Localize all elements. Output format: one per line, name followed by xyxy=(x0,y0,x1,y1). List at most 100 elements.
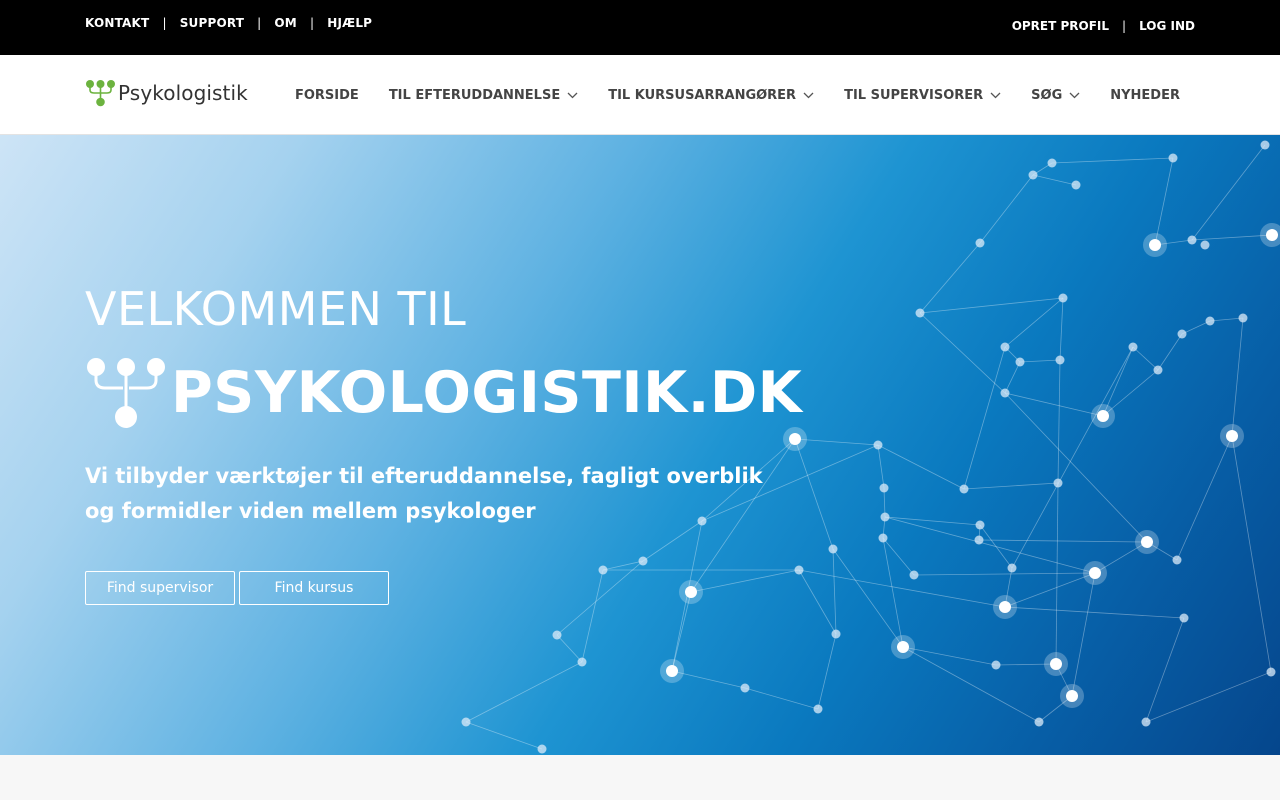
network-line xyxy=(1145,617,1185,723)
network-node xyxy=(831,629,841,639)
network-line xyxy=(1231,317,1244,437)
nav-item-label: TIL SUPERVISORER xyxy=(844,88,984,103)
nav-item-label: FORSIDE xyxy=(294,88,359,103)
separator: | xyxy=(162,16,167,30)
main-menu: FORSIDE TIL EFTERUDDANNELSE TIL KURSUSAR… xyxy=(295,88,1180,103)
network-line xyxy=(1011,346,1134,569)
nav-item-label: NYHEDER xyxy=(1110,88,1180,103)
network-node xyxy=(1047,158,1057,168)
network-line xyxy=(1145,671,1272,723)
nav-item-label: TIL EFTERUDDANNELSE xyxy=(388,88,561,103)
nav-item-search[interactable]: SØG xyxy=(1031,88,1080,103)
create-profile-link[interactable]: OPRET PROFIL xyxy=(1012,19,1109,33)
network-line xyxy=(602,560,644,571)
login-link[interactable]: LOG IND xyxy=(1139,19,1195,33)
account-links: OPRET PROFIL | LOG IND xyxy=(1012,19,1195,33)
hero-subtitle-line: Vi tilbyder værktøjer til efteruddannels… xyxy=(85,464,763,488)
network-line xyxy=(794,438,879,446)
network-node xyxy=(1066,690,1078,702)
network-line xyxy=(1004,297,1064,348)
network-line xyxy=(1004,606,1185,619)
network-line xyxy=(919,242,981,314)
network-line xyxy=(794,438,834,550)
network-node xyxy=(1055,355,1065,365)
network-line xyxy=(1032,174,1077,186)
network-node xyxy=(828,544,838,554)
network-line xyxy=(1004,572,1096,608)
network-node xyxy=(897,641,909,653)
network-node xyxy=(1141,536,1153,548)
nav-item-supervisors[interactable]: TIL SUPERVISORER xyxy=(844,88,1001,103)
network-node xyxy=(577,657,587,667)
hero-brand-text: PSYKOLOGISTIK.DK xyxy=(171,359,803,426)
network-line xyxy=(913,572,1096,576)
nav-item-label: SØG xyxy=(1031,88,1063,103)
network-node xyxy=(1153,365,1163,375)
support-link[interactable]: SUPPORT xyxy=(180,16,244,30)
network-node xyxy=(1200,240,1210,250)
contact-link[interactable]: KONTAKT xyxy=(85,16,149,30)
network-line xyxy=(690,569,800,593)
hero-subtitle: Vi tilbyder værktøjer til efteruddannels… xyxy=(85,459,763,529)
network-line xyxy=(1004,392,1148,543)
network-line xyxy=(1154,157,1174,246)
hero-brand: PSYKOLOGISTIK.DK xyxy=(85,356,802,429)
network-node xyxy=(909,570,919,580)
network-node xyxy=(975,520,985,530)
nav-item-continuing-education[interactable]: TIL EFTERUDDANNELSE xyxy=(389,88,578,103)
nav-item-course-organizers[interactable]: TIL KURSUSARRANGØRER xyxy=(608,88,814,103)
network-node xyxy=(974,535,984,545)
network-line xyxy=(963,346,1006,490)
find-course-button[interactable]: Find kursus xyxy=(239,571,389,605)
top-utility-bar: KONTAKT | SUPPORT | OM | HJÆLP OPRET PRO… xyxy=(0,0,1280,55)
nav-item-label: TIL KURSUSARRANGØRER xyxy=(608,88,797,103)
site-logo[interactable]: Psykologistik xyxy=(85,79,248,107)
network-node xyxy=(1187,235,1197,245)
network-node xyxy=(1226,430,1238,442)
network-node xyxy=(740,683,750,693)
network-background xyxy=(461,140,1280,754)
network-line xyxy=(1004,361,1021,394)
network-node xyxy=(879,483,889,493)
network-line xyxy=(1132,346,1159,371)
network-line xyxy=(1057,359,1061,484)
network-node xyxy=(1266,667,1276,677)
network-node xyxy=(878,533,888,543)
network-line xyxy=(832,548,904,648)
network-line xyxy=(465,721,543,750)
find-supervisor-button[interactable]: Find supervisor xyxy=(85,571,235,605)
network-node xyxy=(1205,316,1215,326)
network-line xyxy=(556,634,583,663)
network-node xyxy=(598,565,608,575)
network-line xyxy=(963,482,1059,490)
network-line xyxy=(1191,144,1266,241)
network-line xyxy=(581,569,604,663)
network-line xyxy=(1209,317,1244,322)
chevron-down-icon xyxy=(567,92,578,99)
network-line xyxy=(798,569,837,635)
network-line xyxy=(902,646,997,666)
logo-text: Psykologistik xyxy=(118,81,248,105)
network-node xyxy=(1266,229,1278,241)
network-node xyxy=(1149,239,1161,251)
network-line xyxy=(979,174,1034,244)
nav-item-home[interactable]: FORSIDE xyxy=(295,88,359,103)
separator: | xyxy=(309,16,315,30)
network-node xyxy=(1089,567,1101,579)
network-node xyxy=(794,565,804,575)
main-navbar: Psykologistik FORSIDE TIL EFTERUDDANNELS… xyxy=(0,55,1280,135)
network-line xyxy=(978,539,1148,543)
nav-item-news[interactable]: NYHEDER xyxy=(1110,88,1180,103)
network-node xyxy=(461,717,471,727)
network-line xyxy=(1157,333,1183,371)
about-link[interactable]: OM xyxy=(274,16,297,30)
network-node xyxy=(1238,313,1248,323)
network-line xyxy=(465,661,583,723)
network-node xyxy=(813,704,823,714)
network-node xyxy=(685,586,697,598)
network-line xyxy=(1004,392,1104,417)
network-line xyxy=(919,297,1064,314)
top-links: KONTAKT | SUPPORT | OM | HJÆLP xyxy=(85,16,372,30)
network-line xyxy=(832,548,837,635)
help-link[interactable]: HJÆLP xyxy=(327,16,372,30)
